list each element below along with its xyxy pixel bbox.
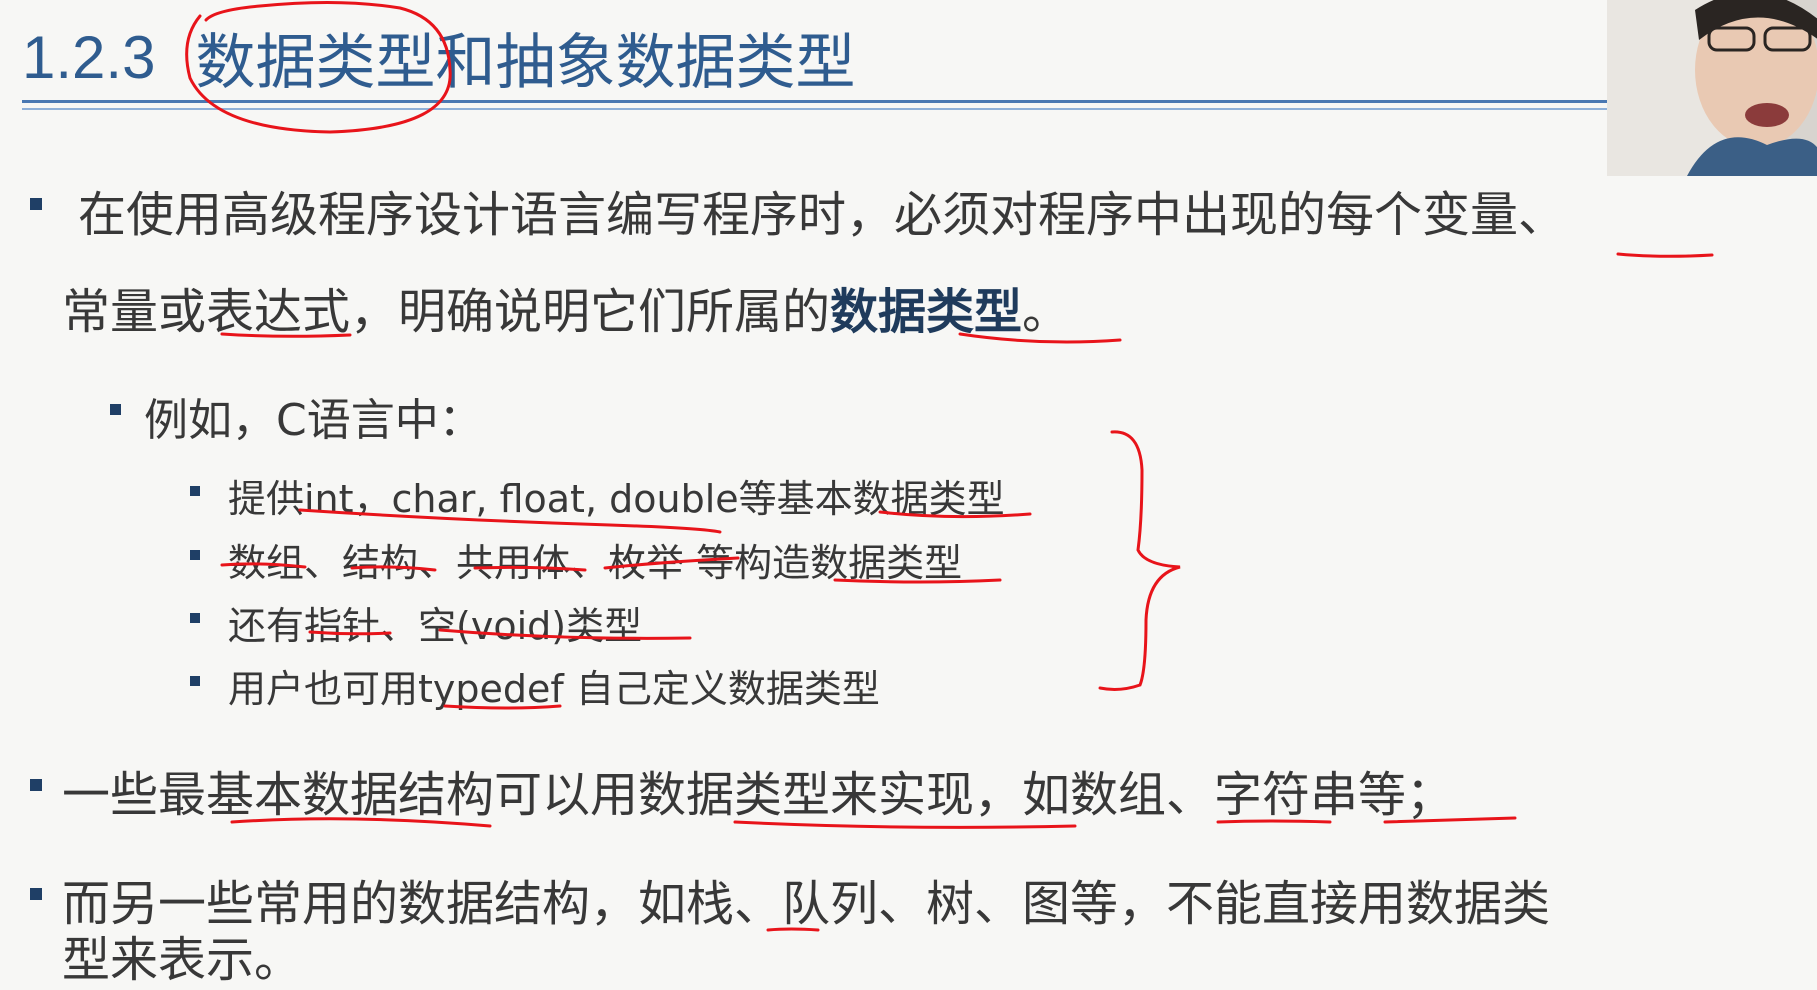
bullet-marker-3d bbox=[190, 676, 200, 686]
bullet-2-text: 例如，C语言中： bbox=[144, 395, 483, 446]
bullet-marker-3c bbox=[190, 613, 200, 623]
title-underline bbox=[22, 100, 1607, 103]
bullet-marker-3a bbox=[190, 486, 200, 496]
bullet-5-line-2: 型来表示。 bbox=[62, 932, 303, 988]
bullet-marker-5 bbox=[30, 888, 42, 900]
bullet-1-line-2: 常量或表达式，明确说明它们所属的数据类型。 bbox=[62, 272, 1070, 342]
sub-bullet-3: 还有指针、空(void)类型 bbox=[228, 604, 643, 648]
bullet-marker-1 bbox=[30, 198, 42, 210]
bullet-1-line-1: 在使用高级程序设计语言编写程序时，必须对程序中出现的每个变量、 bbox=[78, 187, 1567, 243]
bullet-4-text: 一些最基本数据结构可以用数据类型来实现，如数组、字符串等； bbox=[62, 767, 1455, 823]
sub-bullet-2: 数组、结构、共用体、枚举 等构造数据类型 bbox=[228, 541, 963, 585]
annotation-underline-variable bbox=[1616, 252, 1714, 258]
bullet-1-line-2-text: 常量或表达式，明确说明它们所属的 bbox=[62, 284, 831, 340]
bullet-marker-4 bbox=[30, 779, 42, 791]
section-number: 1.2.3 bbox=[22, 24, 156, 91]
section-title: 数据类型和抽象数据类型 bbox=[195, 28, 856, 98]
sub-bullet-4: 用户也可用typedef 自己定义数据类型 bbox=[228, 667, 880, 711]
bullet-1-period: 。 bbox=[1022, 284, 1071, 340]
title-underline-thin bbox=[22, 108, 1607, 110]
sub-bullet-1: 提供int，char, float, double等基本数据类型 bbox=[228, 477, 1005, 521]
bullet-1-bold-term: 数据类型 bbox=[830, 284, 1023, 340]
annotation-curly-brace bbox=[1098, 430, 1181, 691]
slide-title: 1.2.3 数据类型和抽象数据类型 bbox=[22, 14, 855, 98]
presenter-video bbox=[1607, 0, 1817, 176]
bullet-marker-2 bbox=[110, 404, 121, 415]
bullet-marker-3b bbox=[190, 550, 200, 560]
presenter-icon bbox=[1607, 0, 1817, 176]
